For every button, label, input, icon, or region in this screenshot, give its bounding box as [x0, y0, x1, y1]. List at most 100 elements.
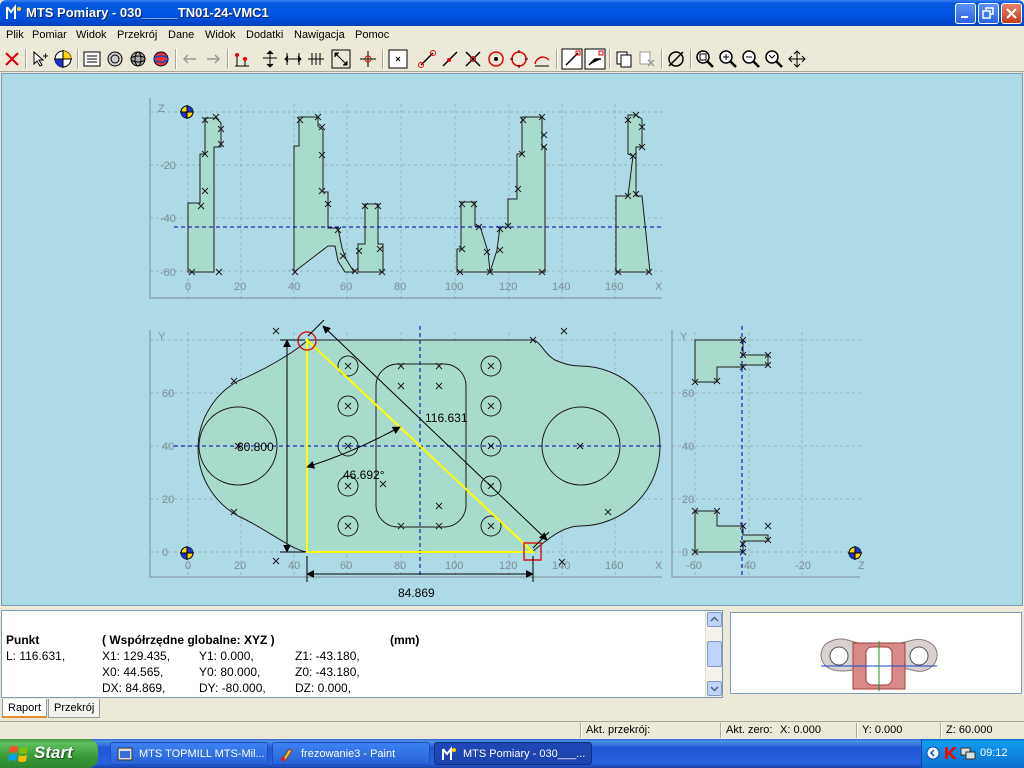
menu-dane[interactable]: Dane — [168, 29, 194, 41]
main-x-tick: 160 — [605, 560, 623, 572]
cad-drawing[interactable]: Z X -20 -40 -60 0 20 40 60 80 100 120 14… — [2, 74, 1022, 605]
report-scrollbar[interactable] — [705, 611, 722, 697]
main-y-tick: 40 — [162, 441, 174, 453]
pan-icon[interactable] — [786, 48, 808, 70]
top-view[interactable]: Z X -20 -40 -60 0 20 40 60 80 100 120 14… — [149, 98, 664, 299]
copy-icon[interactable] — [613, 48, 635, 70]
points-icon[interactable] — [231, 48, 253, 70]
report-panel[interactable]: Punkt ( Współrzędne globalne: XYZ ) (mm)… — [1, 610, 723, 698]
zoom-in-icon[interactable] — [717, 48, 739, 70]
y1-value: Y1: 0.000, — [199, 649, 254, 663]
circle-icon[interactable] — [508, 48, 530, 70]
select-icon[interactable] — [29, 48, 51, 70]
circles-icon[interactable] — [104, 48, 126, 70]
x1-value: X1: 129.435, — [102, 649, 171, 663]
zoom-all-icon[interactable] — [763, 48, 785, 70]
side-y-tick: 0 — [682, 547, 688, 559]
dim-diagonal-icon[interactable] — [330, 48, 352, 70]
segment-icon[interactable] — [561, 48, 583, 70]
center-icon[interactable] — [357, 48, 379, 70]
scroll-down-button[interactable] — [707, 681, 722, 696]
menu-pomoc[interactable]: Pomoc — [355, 29, 389, 41]
zoom-out-icon[interactable] — [740, 48, 762, 70]
tab-raport[interactable]: Raport — [2, 699, 48, 718]
sphere-icon[interactable] — [127, 48, 149, 70]
menu-widok-2[interactable]: Widok — [205, 29, 236, 41]
zero-marker-icon[interactable] — [848, 546, 862, 560]
origin-icon[interactable] — [52, 48, 74, 70]
dim-vertical-icon[interactable] — [259, 48, 281, 70]
minimize-button[interactable] — [955, 3, 976, 24]
dimension-length-text: 116.631 — [425, 411, 468, 425]
dim-symmetric-icon[interactable] — [305, 48, 327, 70]
maximize-button[interactable] — [978, 3, 999, 24]
scroll-thumb[interactable] — [707, 641, 722, 667]
zero-marker-icon[interactable] — [180, 105, 194, 119]
main-axis-x-label: X — [655, 560, 663, 572]
start-button[interactable]: Start — [0, 739, 98, 768]
tab-przekroj[interactable]: Przekrój — [48, 699, 101, 718]
side-y-tick: 20 — [682, 494, 694, 506]
delete-icon[interactable] — [1, 48, 23, 70]
segment-angle-icon[interactable] — [584, 48, 606, 70]
units-label: (mm) — [390, 633, 420, 647]
dim-horizontal-icon[interactable] — [282, 48, 304, 70]
drawing-canvas[interactable]: Z X -20 -40 -60 0 20 40 60 80 100 120 14… — [1, 73, 1023, 606]
undo-arrow-icon[interactable] — [179, 48, 201, 70]
circle-center-icon[interactable] — [485, 48, 507, 70]
menu-dodatki[interactable]: Dodatki — [246, 29, 283, 41]
part-preview-3d[interactable] — [731, 613, 1021, 693]
tray-expand-icon[interactable] — [926, 746, 940, 760]
chevron-up-icon — [710, 616, 719, 622]
mts-topmill-icon — [117, 747, 133, 761]
length-value: L: 116.631, — [6, 649, 66, 663]
line-two-points-icon[interactable] — [416, 48, 438, 70]
top-view-axes — [149, 98, 662, 299]
main-view[interactable]: Y X 60 40 20 0 0 20 40 60 80 100 120 140… — [149, 319, 664, 600]
arc-icon[interactable] — [531, 48, 553, 70]
intersection-icon[interactable] — [462, 48, 484, 70]
dy-value: DY: -80.000, — [199, 681, 266, 695]
side-axis-y-label: Y — [680, 331, 688, 343]
line-icon[interactable] — [439, 48, 461, 70]
punkt-label: Punkt — [6, 633, 40, 647]
dz-value: DZ: 0.000, — [295, 681, 352, 695]
diameter-icon[interactable] — [665, 48, 687, 70]
menu-plik[interactable]: Plik — [6, 29, 24, 41]
sphere-color-icon[interactable] — [150, 48, 172, 70]
windows-logo-icon — [8, 746, 28, 762]
restore-icon — [982, 7, 994, 19]
menu-nawigacja[interactable]: Nawigacja — [294, 29, 345, 41]
point-box-icon[interactable] — [387, 48, 409, 70]
redo-arrow-icon[interactable] — [202, 48, 224, 70]
task-paint[interactable]: frezowanie3 - Paint — [272, 742, 430, 765]
task-mts-pomiary[interactable]: MTS Pomiary - 030___... — [434, 742, 592, 765]
main-y-tick: 0 — [162, 547, 168, 559]
side-z-tick: -20 — [795, 560, 811, 572]
title-bar[interactable]: MTS Pomiary - 030_____TN01-24-VMC1 — [0, 0, 1024, 26]
dx-value: DX: 84.869, — [102, 681, 166, 695]
scroll-up-button[interactable] — [707, 612, 722, 627]
close-button[interactable] — [1001, 3, 1022, 24]
paint-icon — [281, 748, 293, 762]
system-tray: 09:12 — [921, 739, 1024, 768]
status-x: X: 0.000 — [780, 724, 821, 736]
network-icon[interactable] — [960, 745, 976, 761]
top-x-tick: 40 — [288, 281, 300, 293]
task-mts-topmill[interactable]: MTS TOPMILL MTS-Mil... — [110, 742, 268, 765]
app-icon — [6, 4, 21, 19]
zoom-window-icon[interactable] — [694, 48, 716, 70]
menu-przekroj[interactable]: Przekrój — [117, 29, 157, 41]
zero-marker-icon[interactable] — [180, 546, 194, 560]
task-label: MTS TOPMILL MTS-Mil... — [139, 748, 265, 760]
top-view-profiles — [187, 114, 651, 274]
side-view[interactable]: Y Z 60 40 20 0 -60 -40 -20 — [671, 326, 865, 578]
antivirus-icon[interactable] — [943, 745, 959, 761]
menu-pomiar[interactable]: Pomiar — [32, 29, 67, 41]
delete-selection-icon[interactable] — [636, 48, 658, 70]
menu-widok[interactable]: Widok — [76, 29, 107, 41]
top-x-tick: 20 — [234, 281, 246, 293]
preview-panel[interactable] — [730, 612, 1022, 694]
main-x-tick: 120 — [499, 560, 517, 572]
list-icon[interactable] — [81, 48, 103, 70]
